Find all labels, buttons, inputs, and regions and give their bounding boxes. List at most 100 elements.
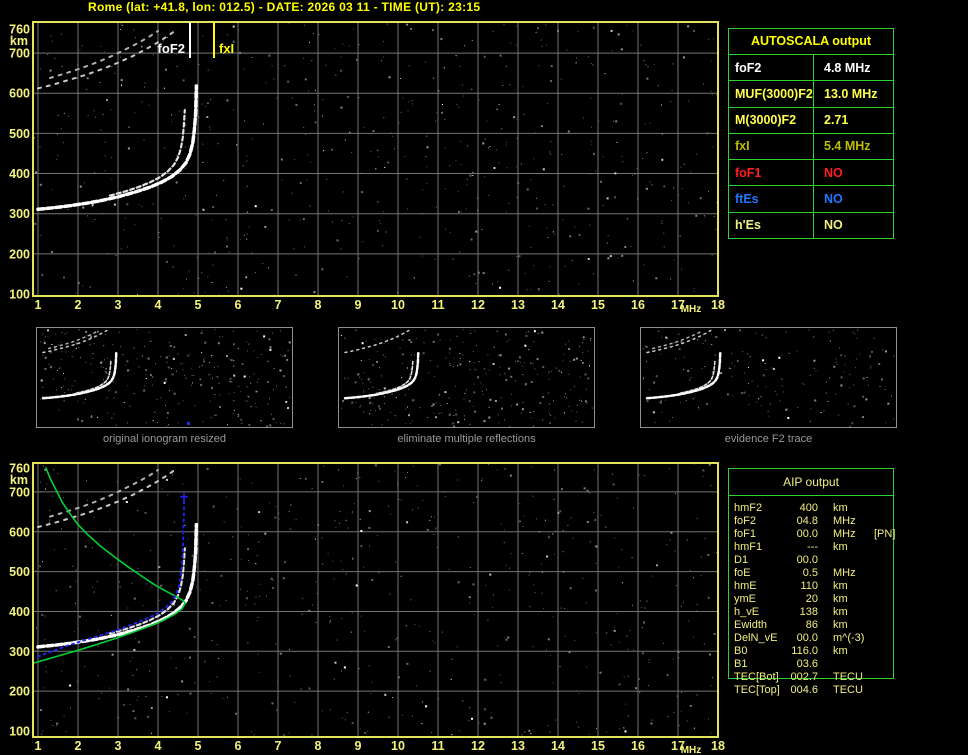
param-value: 004.6 [790,684,818,696]
autoscala-row-ftes: ftEs NO [729,186,893,213]
page-title: Rome (lat: +41.8, lon: 012.5) - DATE: 20… [88,0,481,14]
aip-row-hmf1: hmF1 --- km [729,541,893,554]
param-label: MUF(3000)F2 [735,86,813,101]
svg-text:18: 18 [711,739,725,753]
param-value: 002.7 [790,671,818,683]
ionogram-plot-top: 1 2 3 4 5 6 7 8 9 10 11 12 13 14 15 16 17 18MHz7607006005… [9,21,725,315]
param-value: 2.71 [813,107,893,133]
param-unit: km [833,619,848,631]
svg-text:11: 11 [431,298,444,312]
series-second-hop-echo-lower [37,468,177,528]
param-unit: MHz [833,528,856,540]
svg-text:700: 700 [9,485,30,499]
param-value: 4.8 MHz [813,55,893,81]
series-second-hop-echo-upper [49,30,159,79]
thumbnail-caption-original: original ionogram resized [103,433,226,445]
svg-text:5: 5 [195,739,202,753]
thumb-series-3 [651,330,704,350]
param-label: hmF2 [734,502,763,514]
y-axis-unit-label: km [10,34,28,48]
param-value: 03.6 [796,658,818,670]
param-label: foF1 [734,528,757,540]
svg-text:14: 14 [551,298,565,312]
autoscala-window: Rome (lat: +41.8, lon: 012.5) - DATE: 20… [0,0,968,755]
param-value: 116.0 [791,645,818,657]
marker-label-fof2: foF2 [158,41,185,56]
x-axis-unit-label: MHz [681,304,702,315]
param-unit: MHz [833,515,856,527]
param-extra [874,632,893,645]
aip-row-d1: D1 00.0 [729,554,893,567]
param-label: Ewidth [734,619,768,631]
trace-top-cross [180,492,188,501]
param-unit: m^(-3) [833,632,865,644]
svg-text:100: 100 [9,288,30,302]
param-value: 138 [799,606,818,618]
param-extra [874,554,893,567]
aip-row-ewidth: Ewidth 86 km [729,619,893,632]
param-label: B0 [734,645,748,657]
aip-row-hve: h_vE 138 km [729,606,893,619]
param-extra [874,619,893,632]
param-unit: TECU [833,671,863,683]
param-label: h'Es [735,218,761,233]
thumb-series-1 [377,359,414,394]
plot-frame [32,462,719,738]
svg-text:8: 8 [315,739,322,753]
aip-row-tecbot: TEC[Bot] 002.7 TECU [729,671,893,684]
svg-text:12: 12 [471,739,485,753]
param-label: hmE [734,580,757,592]
param-label: hmF1 [734,541,763,553]
svg-text:400: 400 [9,167,30,181]
axis-labels: 1 2 3 4 5 6 7 8 9 10 11 12 13 14 15 16 17 18MHz7607006005… [9,462,725,755]
thumb-series-2 [42,329,108,354]
thumb-series-2 [344,329,410,354]
param-extra [874,684,893,697]
param-value: 400 [799,502,818,514]
svg-text:500: 500 [9,127,30,141]
svg-text:5: 5 [195,298,202,312]
thumbnail-eliminate-reflections [338,327,595,428]
trace-series [36,29,199,212]
svg-text:300: 300 [9,207,30,221]
param-extra [874,515,893,528]
param-label: h_vE [734,606,760,618]
svg-text:10: 10 [391,739,405,753]
thumb-traces [645,329,722,400]
svg-text:11: 11 [431,739,444,753]
svg-text:13: 13 [511,739,525,753]
thumb-series-3 [47,330,100,350]
param-value: 20 [805,593,818,605]
thumb-series-1 [75,359,112,394]
param-value: 13.0 MHz [813,81,893,107]
autoscala-table-title: AUTOSCALA output [729,29,893,55]
aip-row-b0: B0 116.0 km [729,645,893,658]
param-label: foF2 [735,60,762,75]
thumbnail-evidence-f2-trace [640,327,897,428]
param-value: 86 [805,619,818,631]
series-f2-trace-main [36,522,199,649]
svg-text:4: 4 [155,739,162,753]
param-label: D1 [734,554,749,566]
svg-text:15: 15 [591,298,605,312]
svg-text:300: 300 [9,645,30,659]
autoscala-row-fof2: foF2 4.8 MHz [729,55,893,82]
param-label: M(3000)F2 [735,113,797,128]
param-value: 0.5 [802,567,818,579]
param-value: 5.4 MHz [813,133,893,160]
param-value: NO [813,160,893,186]
svg-text:6: 6 [235,298,242,312]
plot-frame [32,21,719,297]
param-label: ftEs [735,192,759,207]
marker-label-fxi: fxI [219,41,234,56]
autoscala-row-fof1: foF1 NO [729,160,893,187]
param-label: TEC[Top] [734,684,780,696]
param-extra [874,567,893,580]
svg-text:7: 7 [275,298,282,312]
svg-text:10: 10 [391,298,405,312]
param-label: ymE [734,593,756,605]
param-extra [874,593,893,606]
svg-text:9: 9 [355,298,362,312]
param-label: foF2 [734,515,757,527]
thumb-noise [340,329,593,428]
